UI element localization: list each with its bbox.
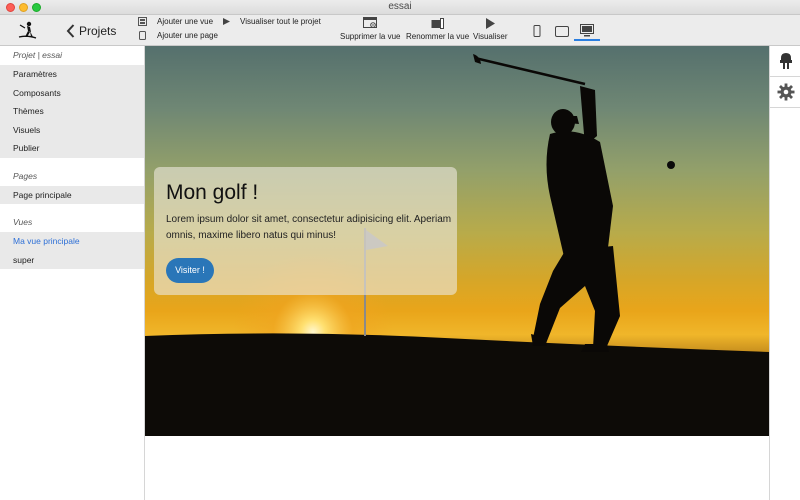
device-tablet-button[interactable] bbox=[549, 21, 575, 41]
window-title: essai bbox=[388, 1, 412, 12]
add-page-icon bbox=[139, 31, 146, 40]
phone-icon bbox=[533, 25, 541, 37]
rename-view-label: Renommer la vue bbox=[406, 32, 470, 41]
delete-view-label: Supprimer la vue bbox=[340, 32, 401, 41]
sidebar-item-super[interactable]: super bbox=[0, 250, 144, 269]
sidebar-item-themes[interactable]: Thèmes bbox=[0, 102, 144, 121]
plug-icon bbox=[779, 53, 792, 69]
settings-button[interactable] bbox=[770, 77, 800, 108]
sidebar-item-visuels[interactable]: Visuels bbox=[0, 120, 144, 139]
chevron-left-icon bbox=[66, 24, 75, 38]
delete-view-icon bbox=[363, 17, 378, 28]
project-heading: Projet | essai bbox=[13, 50, 62, 60]
device-desktop-button[interactable] bbox=[574, 21, 600, 41]
plugin-button[interactable] bbox=[770, 46, 800, 77]
hero-title: Mon golf ! bbox=[166, 181, 259, 204]
toolbar: Projets Ajouter une vue Ajouter une page… bbox=[0, 15, 800, 46]
views-heading: Vues bbox=[13, 217, 33, 227]
play-icon bbox=[486, 18, 496, 29]
desktop-icon bbox=[580, 23, 594, 36]
preview-label: Visualiser bbox=[473, 32, 508, 41]
preview-project-label: Visualiser tout le projet bbox=[240, 17, 321, 26]
design-canvas[interactable]: Mon golf ! Lorem ipsum dolor sit amet, c… bbox=[145, 46, 769, 500]
right-panel bbox=[769, 46, 800, 500]
hero-text: Lorem ipsum dolor sit amet, consectetur … bbox=[166, 214, 452, 241]
sidebar-item-parametres[interactable]: Paramètres bbox=[0, 65, 144, 84]
hero-banner: Mon golf ! Lorem ipsum dolor sit amet, c… bbox=[145, 46, 769, 436]
delete-view-button[interactable]: Supprimer la vue bbox=[340, 17, 400, 41]
pages-heading: Pages bbox=[13, 170, 38, 181]
add-view-label: Ajouter une vue bbox=[157, 17, 214, 26]
preview-project-button[interactable]: Visualiser tout le projet bbox=[222, 17, 321, 26]
add-view-icon bbox=[138, 17, 147, 26]
sidebar-item-page-principale[interactable]: Page principale bbox=[0, 185, 144, 204]
add-view-button[interactable]: Ajouter une vue bbox=[138, 17, 213, 26]
sidebar-item-publier[interactable]: Publier bbox=[0, 139, 144, 158]
add-page-button[interactable]: Ajouter une page bbox=[138, 31, 218, 40]
app-logo-icon bbox=[18, 21, 37, 39]
sidebar-item-composants[interactable]: Composants bbox=[0, 83, 144, 102]
rename-view-icon bbox=[431, 18, 444, 29]
play-icon bbox=[223, 18, 230, 25]
back-to-projects-button[interactable]: Projets bbox=[66, 22, 116, 40]
gear-icon bbox=[777, 83, 794, 101]
device-phone-button[interactable] bbox=[524, 21, 550, 41]
preview-button[interactable]: Visualiser bbox=[473, 17, 508, 41]
tablet-icon bbox=[555, 25, 569, 37]
title-bar: essai bbox=[0, 0, 800, 15]
visit-button[interactable]: Visiter ! bbox=[166, 258, 214, 283]
sidebar-item-ma-vue-principale[interactable]: Ma vue principale bbox=[0, 232, 144, 251]
rename-view-button[interactable]: Renommer la vue bbox=[406, 17, 469, 41]
sidebar: Projet | essai Paramètres Composants Thè… bbox=[0, 46, 145, 500]
add-page-label: Ajouter une page bbox=[157, 31, 218, 40]
back-label: Projets bbox=[79, 24, 117, 38]
hero-card: Mon golf ! Lorem ipsum dolor sit amet, c… bbox=[154, 167, 457, 295]
